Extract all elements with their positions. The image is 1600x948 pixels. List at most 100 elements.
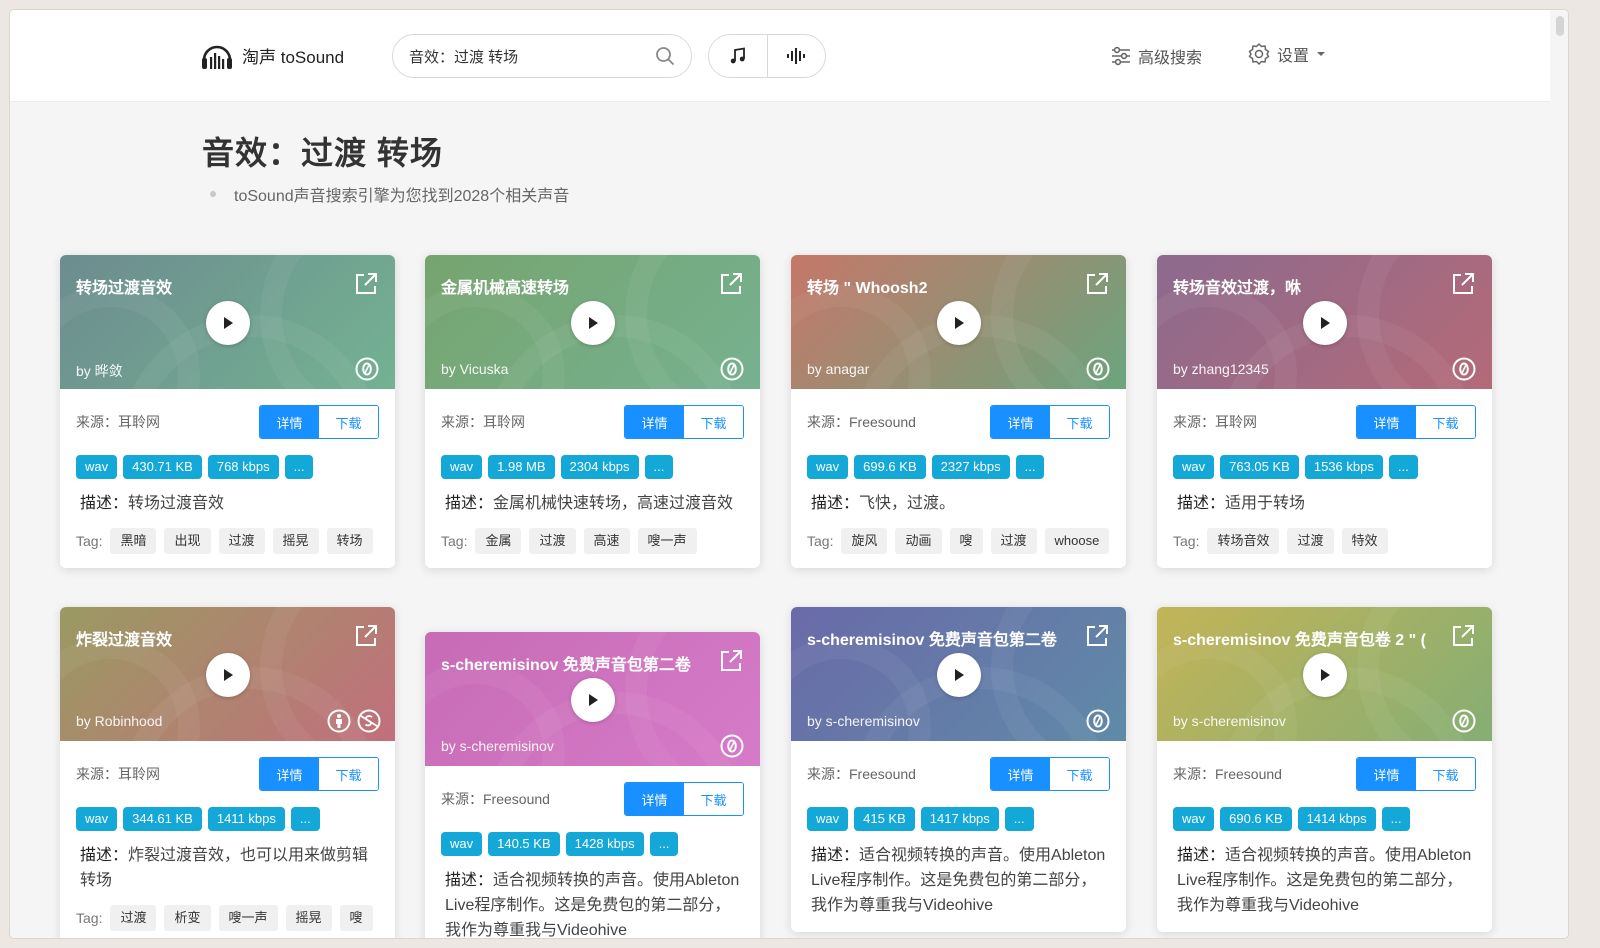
site-logo[interactable]: 淘声 toSound — [200, 38, 344, 72]
external-link-icon[interactable] — [718, 271, 744, 297]
sound-card: s-cheremisinov 免费声音包第二卷 by s-cheremisino… — [791, 607, 1126, 932]
description: 描述：适合视频转换的声音。使用Ableton Live程序制作。这是免费包的第二… — [441, 868, 744, 938]
card-title[interactable]: 转场音效过渡，咻 — [1173, 274, 1301, 298]
cc-zero-license-icon[interactable] — [1452, 709, 1476, 733]
search-icon[interactable] — [655, 46, 675, 66]
tag-chip[interactable]: 过渡 — [110, 905, 157, 931]
download-button[interactable]: 下载 — [1416, 758, 1475, 790]
play-button[interactable] — [1303, 301, 1347, 345]
more-badge[interactable]: ... — [1381, 807, 1411, 831]
action-buttons: 详情 下载 — [990, 757, 1110, 791]
tag-chip[interactable]: 嗖一声 — [218, 905, 278, 931]
tag-chip[interactable]: 黑暗 — [110, 528, 157, 554]
tag-chip[interactable]: 过渡 — [1287, 528, 1334, 554]
cc-zero-license-icon[interactable] — [355, 357, 379, 381]
play-button[interactable] — [571, 301, 615, 345]
card-title[interactable]: 转场过渡音效 — [76, 274, 172, 298]
card-title[interactable]: s-cheremisinov 免费声音包第二卷 — [441, 651, 691, 675]
tag-chip[interactable]: 嗖 — [949, 528, 983, 554]
tag-chip[interactable]: 金属 — [475, 528, 522, 554]
more-badge[interactable]: ... — [1388, 455, 1418, 479]
author-name[interactable]: by anagar — [807, 361, 869, 377]
detail-button[interactable]: 详情 — [991, 758, 1050, 790]
tag-chip[interactable]: 摇晃 — [272, 528, 319, 554]
noncommercial-icon[interactable] — [357, 709, 381, 733]
vertical-scrollbar[interactable] — [1550, 10, 1568, 938]
external-link-icon[interactable] — [1450, 623, 1476, 649]
detail-button[interactable]: 详情 — [260, 406, 319, 438]
settings-dropdown[interactable]: 设置 — [1247, 42, 1327, 66]
more-badge[interactable]: ... — [649, 832, 679, 856]
cc-zero-license-icon[interactable] — [720, 357, 744, 381]
detail-button[interactable]: 详情 — [991, 406, 1050, 438]
tag-chip[interactable]: 嗖 — [339, 905, 373, 931]
play-button[interactable] — [1303, 653, 1347, 697]
cc-zero-license-icon[interactable] — [720, 734, 744, 758]
tag-chip[interactable]: 高速 — [583, 528, 630, 554]
play-button[interactable] — [571, 678, 615, 722]
play-button[interactable] — [937, 653, 981, 697]
card-title[interactable]: 金属机械高速转场 — [441, 274, 569, 298]
author-name[interactable]: by s-cheremisinov — [1173, 713, 1286, 729]
cc-zero-license-icon[interactable] — [1452, 357, 1476, 381]
download-button[interactable]: 下载 — [319, 758, 378, 790]
play-button[interactable] — [206, 301, 250, 345]
author-name[interactable]: by Vicuska — [441, 361, 508, 377]
tag-chip[interactable]: 转场 — [326, 528, 373, 554]
external-link-icon[interactable] — [353, 623, 379, 649]
scrollbar-thumb[interactable] — [1556, 16, 1564, 36]
advanced-search-link[interactable]: 高级搜索 — [1110, 44, 1202, 68]
search-input[interactable] — [409, 47, 655, 65]
detail-button[interactable]: 详情 — [625, 783, 684, 815]
download-button[interactable]: 下载 — [1416, 406, 1475, 438]
detail-button[interactable]: 详情 — [260, 758, 319, 790]
music-mode-button[interactable] — [709, 35, 767, 77]
cc-zero-license-icon[interactable] — [1086, 709, 1110, 733]
detail-button[interactable]: 详情 — [625, 406, 684, 438]
author-name[interactable]: by s-cheremisinov — [441, 738, 554, 754]
tag-chip[interactable]: 析变 — [164, 905, 211, 931]
download-button[interactable]: 下载 — [684, 783, 743, 815]
download-button[interactable]: 下载 — [319, 406, 378, 438]
more-badge[interactable]: ... — [1004, 807, 1034, 831]
tag-chip[interactable]: 过渡 — [218, 528, 265, 554]
tag-chip[interactable]: 嗖一声 — [637, 528, 697, 554]
more-badge[interactable]: ... — [290, 807, 320, 831]
tag-chip[interactable]: 动画 — [895, 528, 942, 554]
external-link-icon[interactable] — [1084, 271, 1110, 297]
tag-chip[interactable]: whoose — [1044, 528, 1110, 554]
tag-chip[interactable]: 转场音效 — [1207, 528, 1280, 554]
tag-chip[interactable]: 过渡 — [529, 528, 576, 554]
download-button[interactable]: 下载 — [1050, 758, 1109, 790]
tag-chip[interactable]: 摇晃 — [285, 905, 332, 931]
tag-chip[interactable]: 出现 — [164, 528, 211, 554]
card-title[interactable]: s-cheremisinov 免费声音包第二卷 — [807, 626, 1057, 650]
play-button[interactable] — [206, 653, 250, 697]
more-badge[interactable]: ... — [1015, 455, 1045, 479]
sound-effect-mode-button[interactable] — [766, 35, 826, 77]
external-link-icon[interactable] — [1450, 271, 1476, 297]
card-title[interactable]: 炸裂过渡音效 — [76, 626, 172, 650]
detail-button[interactable]: 详情 — [1357, 758, 1416, 790]
author-name[interactable]: by Robinhood — [76, 713, 162, 729]
format-badge: wav — [1173, 807, 1215, 831]
tag-chip[interactable]: 特效 — [1341, 528, 1388, 554]
tag-chip[interactable]: 过渡 — [990, 528, 1037, 554]
tag-chip[interactable]: 旋风 — [841, 528, 888, 554]
external-link-icon[interactable] — [718, 648, 744, 674]
detail-button[interactable]: 详情 — [1357, 406, 1416, 438]
more-badge[interactable]: ... — [644, 455, 674, 479]
card-title[interactable]: 转场 " Whoosh2 — [807, 274, 927, 298]
download-button[interactable]: 下载 — [1050, 406, 1109, 438]
attribution-person-icon[interactable] — [327, 709, 351, 733]
author-name[interactable]: by s-cheremisinov — [807, 713, 920, 729]
author-name[interactable]: by zhang12345 — [1173, 361, 1269, 377]
cc-zero-license-icon[interactable] — [1086, 357, 1110, 381]
more-badge[interactable]: ... — [284, 455, 314, 479]
play-button[interactable] — [937, 301, 981, 345]
external-link-icon[interactable] — [353, 271, 379, 297]
download-button[interactable]: 下载 — [684, 406, 743, 438]
external-link-icon[interactable] — [1084, 623, 1110, 649]
card-title[interactable]: s-cheremisinov 免费声音包卷 2 " ( — [1173, 626, 1426, 650]
author-name[interactable]: by 晔敛 — [76, 361, 123, 381]
